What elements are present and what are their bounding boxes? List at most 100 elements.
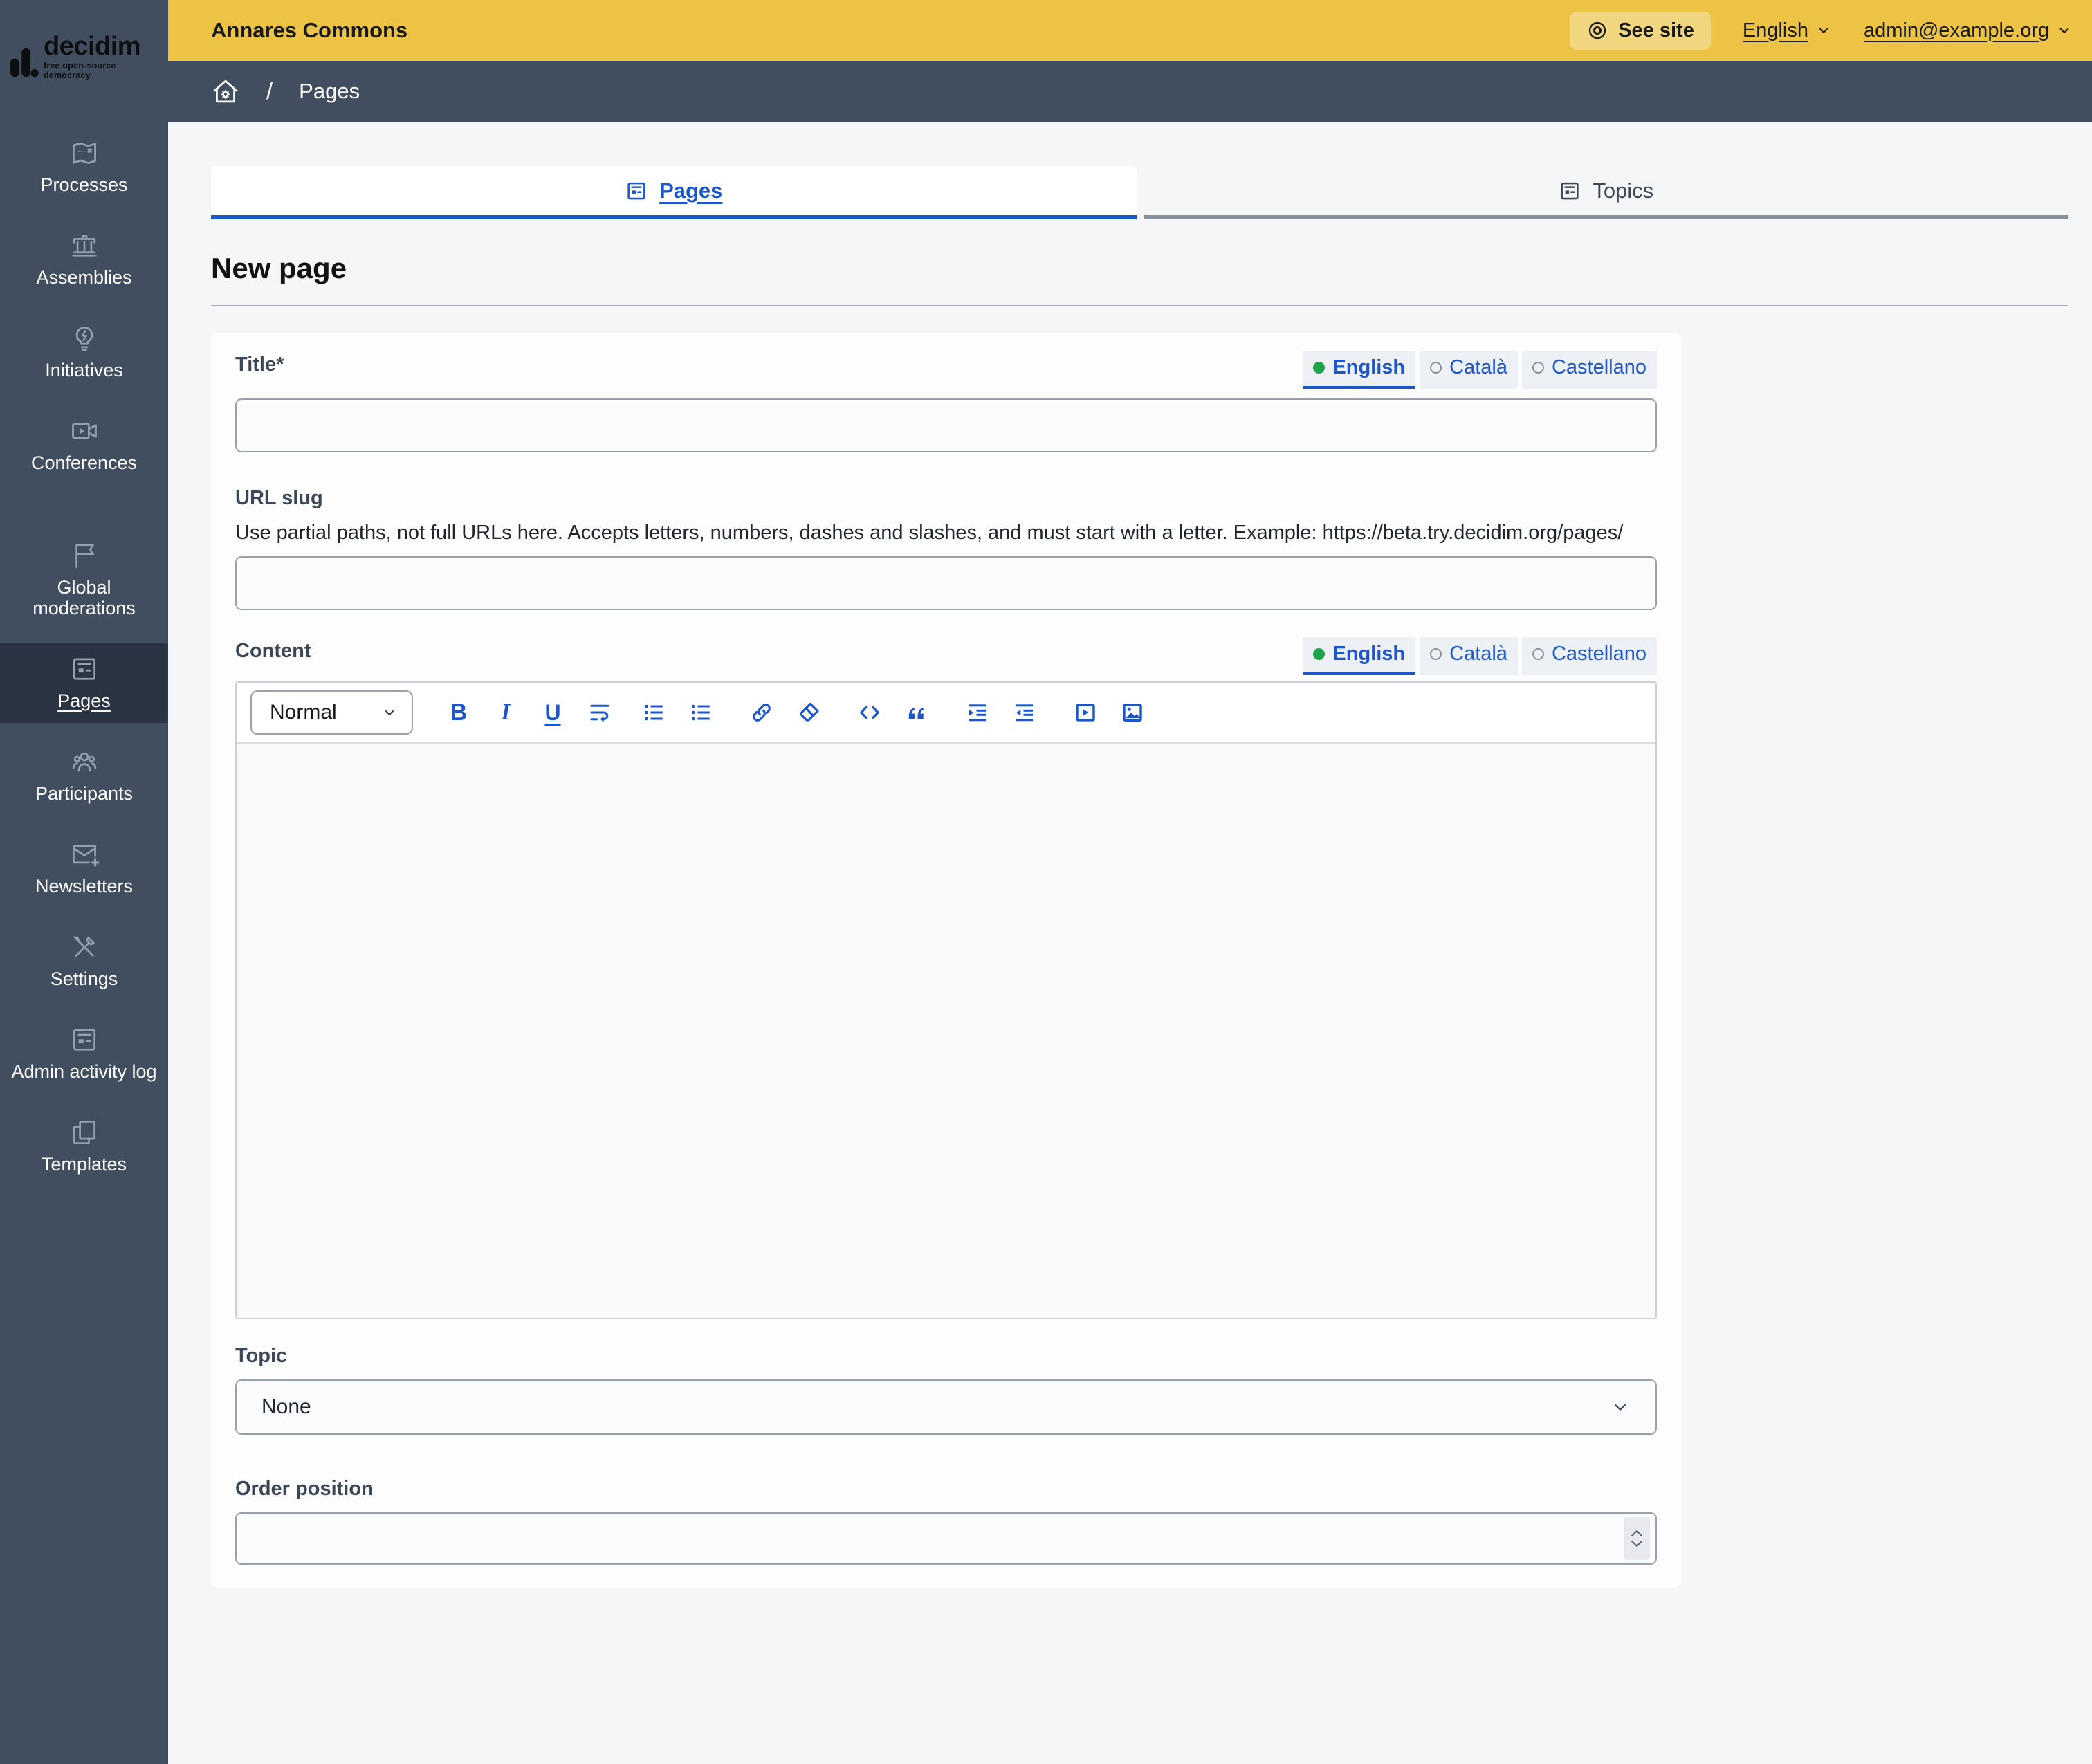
paragraph-style-value: Normal: [270, 701, 381, 724]
heading-divider: [211, 305, 2068, 306]
breadcrumb-current[interactable]: Pages: [299, 79, 360, 104]
video-icon[interactable]: [1070, 697, 1101, 728]
organization-name: Annares Commons: [211, 18, 407, 43]
topic-label: Topic: [235, 1342, 1657, 1370]
lightbulb-flash-icon: [69, 323, 100, 353]
topic-select[interactable]: None: [235, 1379, 1657, 1435]
tab-topics[interactable]: Topics: [1144, 166, 2069, 219]
text-wrap-icon[interactable]: [585, 697, 615, 728]
decidim-logo[interactable]: decidim free open-source democracy: [0, 0, 168, 100]
title-language-switcher: English Català Castellano: [1303, 351, 1657, 389]
breadcrumb: / Pages: [168, 61, 2092, 122]
government-icon: [69, 230, 100, 261]
sidebar-item-settings[interactable]: Settings: [0, 921, 168, 1001]
italic-icon[interactable]: I: [490, 697, 521, 728]
lang-option-english[interactable]: English: [1303, 637, 1415, 675]
article-icon: [1558, 179, 1581, 203]
chevron-down-icon: [1610, 1397, 1631, 1417]
unordered-list-icon[interactable]: [686, 697, 716, 728]
sidebar-item-assemblies[interactable]: Assemblies: [0, 220, 168, 300]
sidebar-item-label: Conferences: [31, 452, 137, 473]
group-icon: [69, 746, 100, 777]
title-input[interactable]: [235, 398, 1657, 452]
language-menu[interactable]: English: [1743, 19, 1832, 42]
sidebar-item-initiatives[interactable]: Initiatives: [0, 313, 168, 392]
new-page-form: Title* English Català Castellano URL slu…: [211, 333, 1681, 1588]
order-position-spinner[interactable]: [1624, 1517, 1650, 1560]
lang-option-english[interactable]: English: [1303, 351, 1415, 389]
order-position-input[interactable]: [235, 1512, 1657, 1565]
sidebar-item-label: Global moderations: [4, 577, 164, 618]
url-slug-help: Use partial paths, not full URLs here. A…: [235, 519, 1657, 546]
sidebar-item-label: Initiatives: [45, 360, 123, 380]
article-icon: [69, 1025, 100, 1055]
chevron-down-icon: [381, 704, 398, 721]
radio-circle-icon: [1532, 648, 1544, 660]
map-icon: [69, 138, 100, 168]
account-menu-label: admin@example.org: [1864, 19, 2049, 42]
sidebar-item-templates[interactable]: Templates: [0, 1107, 168, 1186]
language-menu-label: English: [1743, 19, 1808, 42]
sidebar-item-global-moderations[interactable]: Global moderations: [0, 530, 168, 630]
blockquote-icon[interactable]: [901, 697, 932, 728]
selected-dot-icon: [1313, 648, 1325, 660]
sidebar-item-pages[interactable]: Pages: [0, 643, 168, 723]
sidebar-item-conferences[interactable]: Conferences: [0, 405, 168, 485]
chevron-down-icon: [1815, 22, 1832, 39]
code-view-icon[interactable]: [854, 697, 885, 728]
sidebar-item-label: Assemblies: [36, 267, 131, 288]
sidebar-item-admin-activity-log[interactable]: Admin activity log: [0, 1014, 168, 1094]
radio-circle-icon: [1532, 362, 1544, 374]
article-icon: [625, 179, 648, 203]
sidebar-item-newsletters[interactable]: Newsletters: [0, 829, 168, 908]
image-icon[interactable]: [1117, 697, 1148, 728]
sidebar-item-label: Pages: [57, 690, 111, 711]
content-editor[interactable]: [237, 744, 1655, 1318]
see-site-label: See site: [1618, 19, 1694, 42]
video-camera-icon: [69, 416, 100, 446]
topbar: Annares Commons See site English admin@e…: [168, 0, 2092, 61]
url-slug-label: URL slug: [235, 484, 1657, 512]
account-menu[interactable]: admin@example.org: [1864, 19, 2073, 42]
content-language-switcher: English Català Castellano: [1303, 637, 1657, 675]
tab-pages-label: Pages: [659, 178, 722, 203]
file-copy-icon: [69, 1117, 100, 1148]
page-title: New page: [211, 252, 2068, 285]
selected-dot-icon: [1313, 362, 1325, 374]
lang-option-catala[interactable]: Català: [1420, 637, 1518, 675]
home-icon[interactable]: [211, 77, 240, 106]
brand-tagline: free open-source democracy: [44, 61, 160, 80]
editor-toolbar: Normal B I U: [237, 683, 1655, 744]
order-position-label: Order position: [235, 1475, 1657, 1503]
main-content: Pages Topics New page Title* English: [168, 122, 2092, 1764]
sidebar-item-participants[interactable]: Participants: [0, 736, 168, 816]
link-icon[interactable]: [746, 697, 777, 728]
lang-option-castellano[interactable]: Castellano: [1522, 637, 1657, 675]
lang-option-catala[interactable]: Català: [1420, 351, 1518, 389]
paragraph-style-select[interactable]: Normal: [250, 690, 413, 735]
see-site-button[interactable]: See site: [1570, 12, 1711, 50]
url-slug-input[interactable]: [235, 556, 1657, 610]
ordered-list-icon[interactable]: [639, 697, 669, 728]
eye-icon: [1586, 19, 1608, 42]
bold-icon[interactable]: B: [443, 697, 474, 728]
sidebar-item-label: Settings: [51, 968, 118, 989]
rich-text-editor: Normal B I U: [235, 681, 1657, 1319]
mail-add-icon: [69, 839, 100, 870]
lang-option-castellano[interactable]: Castellano: [1522, 351, 1657, 389]
sidebar-nav: Processes Assemblies Initia: [0, 127, 168, 1200]
decidim-mark-icon: [8, 46, 39, 80]
clear-format-icon[interactable]: [793, 697, 824, 728]
flag-icon: [69, 540, 100, 571]
indent-increase-icon[interactable]: [962, 697, 993, 728]
sidebar-item-label: Participants: [35, 783, 133, 804]
tab-pages[interactable]: Pages: [211, 166, 1137, 219]
tools-icon: [69, 932, 100, 962]
indent-decrease-icon[interactable]: [1009, 697, 1040, 728]
sidebar-item-label: Processes: [40, 174, 127, 195]
sidebar-item-processes[interactable]: Processes: [0, 127, 168, 207]
sidebar-item-label: Newsletters: [35, 876, 133, 897]
brand-name: decidim: [44, 35, 160, 58]
radio-circle-icon: [1430, 648, 1442, 660]
underline-icon[interactable]: U: [538, 697, 568, 728]
